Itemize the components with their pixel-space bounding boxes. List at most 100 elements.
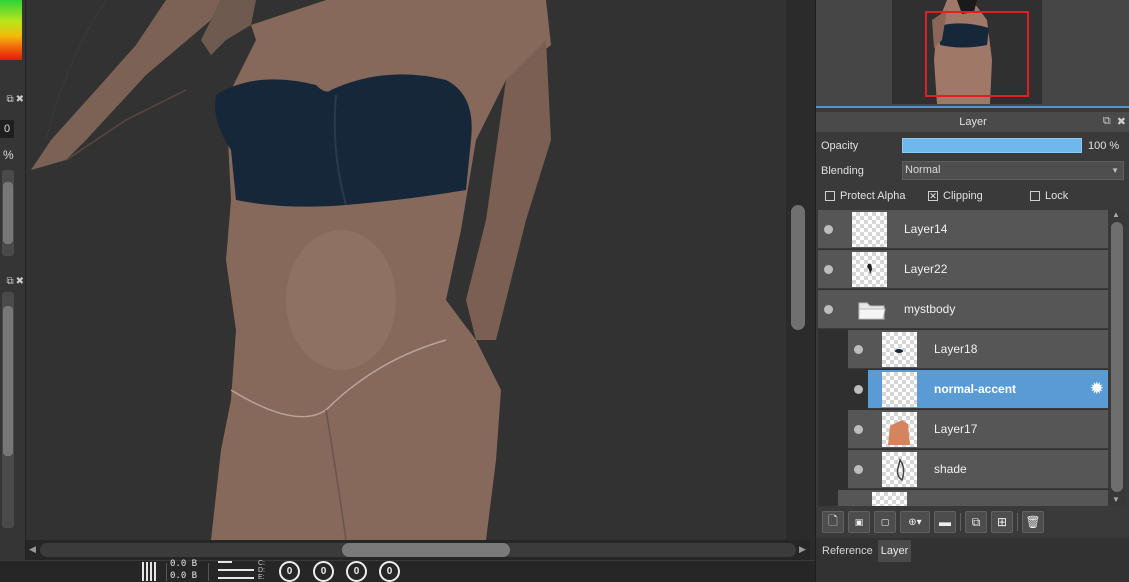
counter-circle-2: 0 bbox=[313, 561, 334, 582]
blending-select[interactable]: Normal ▼ bbox=[902, 161, 1124, 180]
layer-thumbnail bbox=[882, 332, 917, 367]
canvas-horizontal-scrollbar[interactable]: ◀ ▶ bbox=[26, 540, 810, 560]
horizontal-scroll-thumb[interactable] bbox=[342, 543, 510, 557]
clipping-checkbox[interactable]: ✕ Clipping bbox=[928, 190, 983, 202]
memory-bottom: 0.0 B bbox=[170, 571, 198, 581]
layer-panel-title: Layer bbox=[959, 116, 987, 128]
clipping-label: Clipping bbox=[943, 190, 983, 202]
counter-circle-4: 0 bbox=[379, 561, 400, 582]
drive-c-label: C: bbox=[258, 560, 265, 567]
new-8bit-layer-button[interactable]: ▣ bbox=[848, 511, 870, 533]
dark-mark-thumb-icon bbox=[895, 349, 903, 353]
new-1bit-layer-button[interactable]: ▢ bbox=[874, 511, 896, 533]
layer-name: shade bbox=[934, 462, 967, 476]
abdomen-highlight bbox=[286, 230, 396, 370]
popout-icon[interactable]: ⧉ bbox=[6, 276, 13, 287]
layer-thumbnail bbox=[882, 452, 917, 487]
shade-thumb-icon bbox=[896, 458, 905, 482]
left-scroll-thumb-2[interactable] bbox=[3, 306, 13, 456]
drawing-canvas[interactable] bbox=[26, 0, 810, 540]
left-scrollbar-1[interactable] bbox=[2, 170, 14, 256]
tab-reference[interactable]: Reference bbox=[819, 540, 876, 562]
visibility-icon[interactable] bbox=[824, 305, 833, 314]
scroll-right-arrow-icon[interactable]: ▶ bbox=[799, 544, 806, 555]
right-panel: Layer ⧉ ✖ Opacity 100 % Blending Normal … bbox=[815, 0, 1129, 582]
new-layer-button[interactable]: 🗋 bbox=[822, 511, 844, 533]
add-layer-menu-icon: ⊕▾ bbox=[908, 516, 922, 528]
navigator-view-frame[interactable] bbox=[925, 11, 1029, 97]
protect-alpha-checkbox[interactable]: Protect Alpha bbox=[825, 190, 905, 202]
canvas-vertical-scroll-thumb[interactable] bbox=[791, 205, 805, 330]
canvas-artwork bbox=[31, 0, 551, 540]
disk-bars-icon bbox=[218, 561, 254, 582]
raised-arm bbox=[31, 0, 221, 170]
second-panel-header: ⧉ ✖ bbox=[0, 274, 26, 288]
popout-icon[interactable]: ⧉ bbox=[1103, 115, 1111, 128]
checkbox-box[interactable] bbox=[1030, 191, 1040, 201]
layer-thumbnail bbox=[882, 372, 917, 407]
layer-list-scroll-thumb[interactable] bbox=[1111, 222, 1123, 492]
layer-row-layer22[interactable]: Layer22 bbox=[818, 250, 1108, 289]
left-scrollbar-2[interactable] bbox=[2, 292, 14, 528]
counter-circle-3: 0 bbox=[346, 561, 367, 582]
blending-label: Blending bbox=[821, 165, 864, 177]
blending-value: Normal bbox=[905, 164, 941, 176]
close-icon[interactable]: ✖ bbox=[16, 94, 24, 105]
color-gradient-bar[interactable] bbox=[0, 0, 22, 60]
layer-row-layer17[interactable]: Layer17 bbox=[848, 410, 1108, 449]
left-scroll-thumb-1[interactable] bbox=[3, 182, 13, 244]
layer-thumbnail bbox=[852, 212, 887, 247]
brush-size-field[interactable]: 0 bbox=[0, 120, 14, 138]
checkbox-box[interactable] bbox=[825, 191, 835, 201]
tab-layer[interactable]: Layer bbox=[877, 540, 912, 562]
layer-name: Layer18 bbox=[934, 342, 978, 356]
visibility-icon[interactable] bbox=[854, 385, 863, 394]
layer-row-layer18[interactable]: Layer18 bbox=[848, 330, 1108, 369]
popout-icon[interactable]: ⧉ bbox=[6, 94, 13, 105]
navigator-panel[interactable] bbox=[816, 0, 1129, 108]
visibility-icon[interactable] bbox=[854, 425, 863, 434]
bandeau-top bbox=[215, 74, 472, 207]
opacity-value: 100 % bbox=[1088, 140, 1120, 152]
layer-thumbnail bbox=[882, 412, 917, 447]
layer-row-layer14[interactable]: Layer14 bbox=[818, 210, 1108, 249]
canvas-vertical-scrollbar[interactable] bbox=[786, 0, 810, 540]
layer-row-shade[interactable]: shade bbox=[848, 450, 1108, 489]
folder-name: mystbody bbox=[904, 302, 956, 316]
layer-row-mystbody[interactable]: mystbody bbox=[818, 290, 1108, 329]
visibility-icon[interactable] bbox=[824, 265, 833, 274]
merge-icon: ⊞ bbox=[996, 515, 1008, 529]
duplicate-layer-button[interactable]: ⧉ bbox=[965, 511, 987, 533]
scroll-down-arrow-icon[interactable]: ▼ bbox=[1112, 495, 1120, 504]
scroll-left-arrow-icon[interactable]: ◀ bbox=[29, 544, 36, 555]
opacity-slider[interactable] bbox=[902, 138, 1082, 153]
lock-label: Lock bbox=[1045, 190, 1069, 202]
close-icon[interactable]: ✖ bbox=[1117, 115, 1126, 128]
lock-checkbox[interactable]: Lock bbox=[1030, 190, 1068, 202]
status-bar: 0.0 B 0.0 B C: D: E: 0 0 0 0 bbox=[0, 559, 815, 582]
merge-layer-button[interactable]: ⊞ bbox=[991, 511, 1013, 533]
layer-row-normal-accent[interactable]: normal-accent ✹ bbox=[854, 370, 1108, 409]
layer-row-partial[interactable] bbox=[838, 490, 1108, 506]
add-layer-menu-button[interactable]: ⊕▾ bbox=[900, 511, 930, 533]
close-icon[interactable]: ✖ bbox=[16, 276, 24, 287]
new-layer-icon: 🗋 bbox=[828, 513, 838, 528]
visibility-icon[interactable] bbox=[854, 345, 863, 354]
new-folder-button[interactable]: ▬ bbox=[934, 511, 956, 533]
layer-list-scrollbar[interactable]: ▲ ▼ bbox=[1108, 210, 1126, 506]
drive-d-label: D: bbox=[258, 567, 265, 574]
checkbox-box-checked[interactable]: ✕ bbox=[928, 191, 938, 201]
left-tool-strip: ⧉ ✖ 0 % ⧉ ✖ bbox=[0, 0, 26, 582]
visibility-icon[interactable] bbox=[854, 465, 863, 474]
gear-icon[interactable]: ✹ bbox=[1090, 380, 1104, 397]
percent-label: % bbox=[3, 148, 14, 162]
folder-icon: ▬ bbox=[939, 515, 951, 529]
scroll-up-arrow-icon[interactable]: ▲ bbox=[1112, 210, 1120, 219]
layer-name: Layer22 bbox=[904, 262, 948, 276]
layer-name-selected: normal-accent bbox=[934, 382, 1017, 396]
new-8bit-layer-icon: ▣ bbox=[854, 516, 864, 527]
delete-layer-button[interactable]: 🗑 bbox=[1022, 511, 1044, 533]
layer-list[interactable]: Layer14 Layer22 mystbody Layer18 normal-… bbox=[818, 210, 1108, 506]
chevron-down-icon: ▼ bbox=[1111, 166, 1119, 175]
visibility-icon[interactable] bbox=[824, 225, 833, 234]
